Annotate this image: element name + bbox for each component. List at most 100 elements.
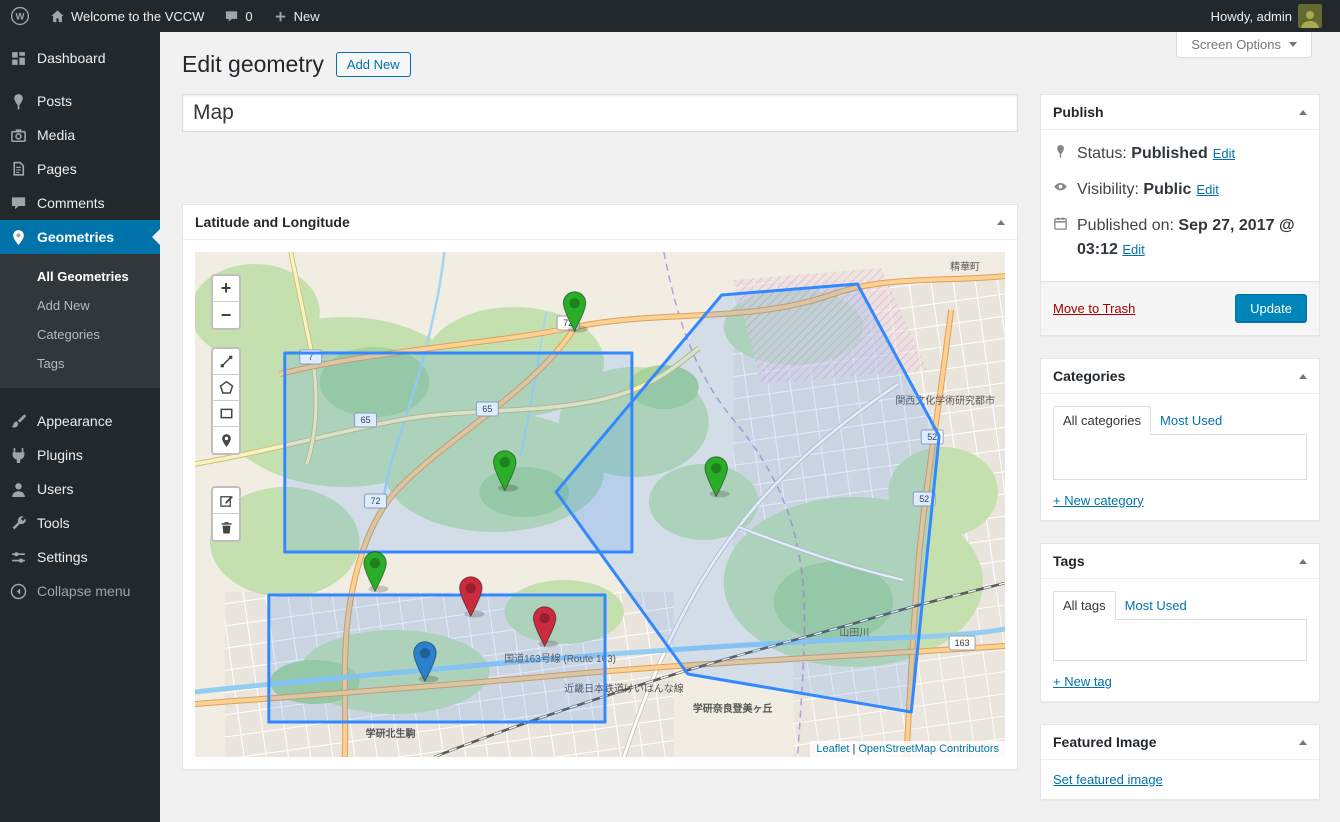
set-featured-image-link[interactable]: Set featured image <box>1053 772 1163 787</box>
calendar-icon <box>1053 215 1069 238</box>
toggle-up-icon <box>1299 555 1307 564</box>
metabox-title: Latitude and Longitude <box>195 214 350 230</box>
marker-icon <box>221 433 231 447</box>
sidebar-item-pages[interactable]: Pages <box>0 152 160 186</box>
edit-toolbar <box>211 486 241 542</box>
move-to-trash-link[interactable]: Move to Trash <box>1053 301 1135 316</box>
edit-layers-button[interactable] <box>213 488 239 514</box>
location-pin-icon <box>8 227 28 247</box>
sidebar-item-dashboard[interactable]: Dashboard <box>0 41 160 75</box>
metabox-header-featured-image[interactable]: Featured Image <box>1041 725 1319 760</box>
dashboard-icon <box>8 48 28 68</box>
post-status-icon <box>1053 143 1069 166</box>
draw-polygon-button[interactable] <box>213 375 239 401</box>
zoom-control: + − <box>211 274 241 330</box>
metabox-header-tags[interactable]: Tags <box>1041 544 1319 579</box>
new-content-menu[interactable]: New <box>263 0 330 32</box>
metabox-title: Tags <box>1053 552 1085 569</box>
comments-count: 0 <box>245 8 253 24</box>
categories-metabox: Categories All categories Most Used + Ne… <box>1040 357 1320 521</box>
published-on-row: Published on: Sep 27, 2017 @ 03:12 Edit <box>1053 208 1307 266</box>
draw-rectangle-button[interactable] <box>213 401 239 427</box>
site-menu[interactable]: Welcome to the VCCW <box>40 0 214 32</box>
delete-layers-button[interactable] <box>213 514 239 540</box>
toggle-up-icon <box>997 216 1005 225</box>
sidebar-subitem-categories[interactable]: Categories <box>0 320 160 349</box>
sidebar-item-collapse-menu[interactable]: Collapse menu <box>0 574 160 608</box>
map-canvas[interactable]: 7 65 65 72 72 52 52 163 精華町 学研北生駒 学研奈良登美… <box>195 252 1005 757</box>
plus-icon <box>275 11 285 21</box>
add-new-category-link[interactable]: + New category <box>1053 493 1144 508</box>
sidebar-item-users[interactable]: Users <box>0 472 160 506</box>
sidebar-subitem-all-geometries[interactable]: All Geometries <box>0 262 160 291</box>
new-label: New <box>293 8 320 24</box>
admin-bar-left: W Welcome to the VCCW 0 New <box>0 0 330 32</box>
admin-bar: W Welcome to the VCCW 0 New Howdy, admin <box>0 0 1340 32</box>
leaflet-link[interactable]: Leaflet <box>816 743 849 755</box>
toggle-up-icon <box>1299 370 1307 379</box>
sliders-icon <box>8 547 28 567</box>
wordpress-logo-icon[interactable]: W <box>0 0 40 32</box>
svg-text:学研北生駒: 学研北生駒 <box>366 727 416 740</box>
update-button[interactable]: Update <box>1235 293 1307 323</box>
add-new-tag-link[interactable]: + New tag <box>1053 674 1112 689</box>
user-icon <box>8 479 28 499</box>
publish-metabox: Publish Status: Published Edit Visibility… <box>1040 94 1320 336</box>
comment-bubble-icon <box>226 10 238 22</box>
post-title-input[interactable] <box>182 94 1018 132</box>
brush-icon <box>8 411 28 431</box>
tab-most-used-tags[interactable]: Most Used <box>1116 592 1196 619</box>
sidebar-item-posts[interactable]: Posts <box>0 84 160 118</box>
comments-menu[interactable]: 0 <box>214 0 262 32</box>
sidebar-item-media[interactable]: Media <box>0 118 160 152</box>
draw-toolbar <box>211 347 241 455</box>
sidebar-item-geometries[interactable]: Geometries <box>0 220 160 254</box>
tab-all-categories[interactable]: All categories <box>1053 405 1152 435</box>
metabox-header-categories[interactable]: Categories <box>1041 359 1319 394</box>
draw-marker-button[interactable] <box>213 427 239 453</box>
chevron-down-icon <box>1289 42 1297 51</box>
tab-most-used-categories[interactable]: Most Used <box>1151 407 1231 434</box>
sidebar-subitem-add-new[interactable]: Add New <box>0 291 160 320</box>
zoom-in-button[interactable]: + <box>213 276 239 302</box>
page-title: Edit geometry <box>182 51 324 77</box>
toggle-up-icon <box>1299 106 1307 115</box>
svg-text:W: W <box>16 12 25 23</box>
sidebar-item-plugins[interactable]: Plugins <box>0 438 160 472</box>
zoom-out-button[interactable]: − <box>213 302 239 328</box>
category-checklist <box>1053 433 1307 480</box>
sidebar-item-comments[interactable]: Comments <box>0 186 160 220</box>
geometries-submenu: All Geometries Add New Categories Tags <box>0 254 160 388</box>
sidebar-subitem-tags[interactable]: Tags <box>0 349 160 378</box>
sidebar-item-appearance[interactable]: Appearance <box>0 404 160 438</box>
map-attribution: Leaflet | OpenStreetMap Contributors <box>810 741 1005 757</box>
screen-options-tab[interactable]: Screen Options <box>1176 32 1312 58</box>
metabox-header-latlng[interactable]: Latitude and Longitude <box>183 205 1017 240</box>
featured-image-metabox: Featured Image Set featured image <box>1040 723 1320 800</box>
draw-polyline-button[interactable] <box>213 349 239 375</box>
edit-pencil-icon <box>219 495 233 507</box>
edit-visibility-link[interactable]: Edit <box>1196 182 1218 197</box>
edit-published-link[interactable]: Edit <box>1122 242 1144 257</box>
admin-sidebar: Dashboard Posts Media Pages Comments Geo… <box>0 32 160 822</box>
tab-all-tags[interactable]: All tags <box>1053 590 1116 620</box>
trash-icon <box>220 521 232 533</box>
leaflet-map[interactable]: 7 65 65 72 72 52 52 163 精華町 学研北生駒 学研奈良登美… <box>195 252 1005 757</box>
wrench-icon <box>8 513 28 533</box>
polygon-icon <box>219 380 233 394</box>
publishing-actions: Move to Trash Update <box>1041 280 1319 335</box>
edit-status-link[interactable]: Edit <box>1213 146 1235 161</box>
my-account-menu[interactable]: Howdy, admin <box>1201 0 1332 32</box>
osm-link[interactable]: OpenStreetMap Contributors <box>858 743 999 755</box>
svg-text:精華町: 精華町 <box>950 260 980 273</box>
tags-metabox: Tags All tags Most Used + New tag <box>1040 542 1320 702</box>
sidebar-item-tools[interactable]: Tools <box>0 506 160 540</box>
sidebar-item-settings[interactable]: Settings <box>0 540 160 574</box>
metabox-header-publish[interactable]: Publish <box>1041 95 1319 130</box>
collapse-arrow-icon <box>8 581 28 601</box>
add-new-button[interactable]: Add New <box>335 51 411 77</box>
metabox-title: Featured Image <box>1053 733 1157 750</box>
pushpin-icon <box>8 91 28 111</box>
site-name: Welcome to the VCCW <box>71 8 205 24</box>
metabox-title: Publish <box>1053 104 1104 120</box>
